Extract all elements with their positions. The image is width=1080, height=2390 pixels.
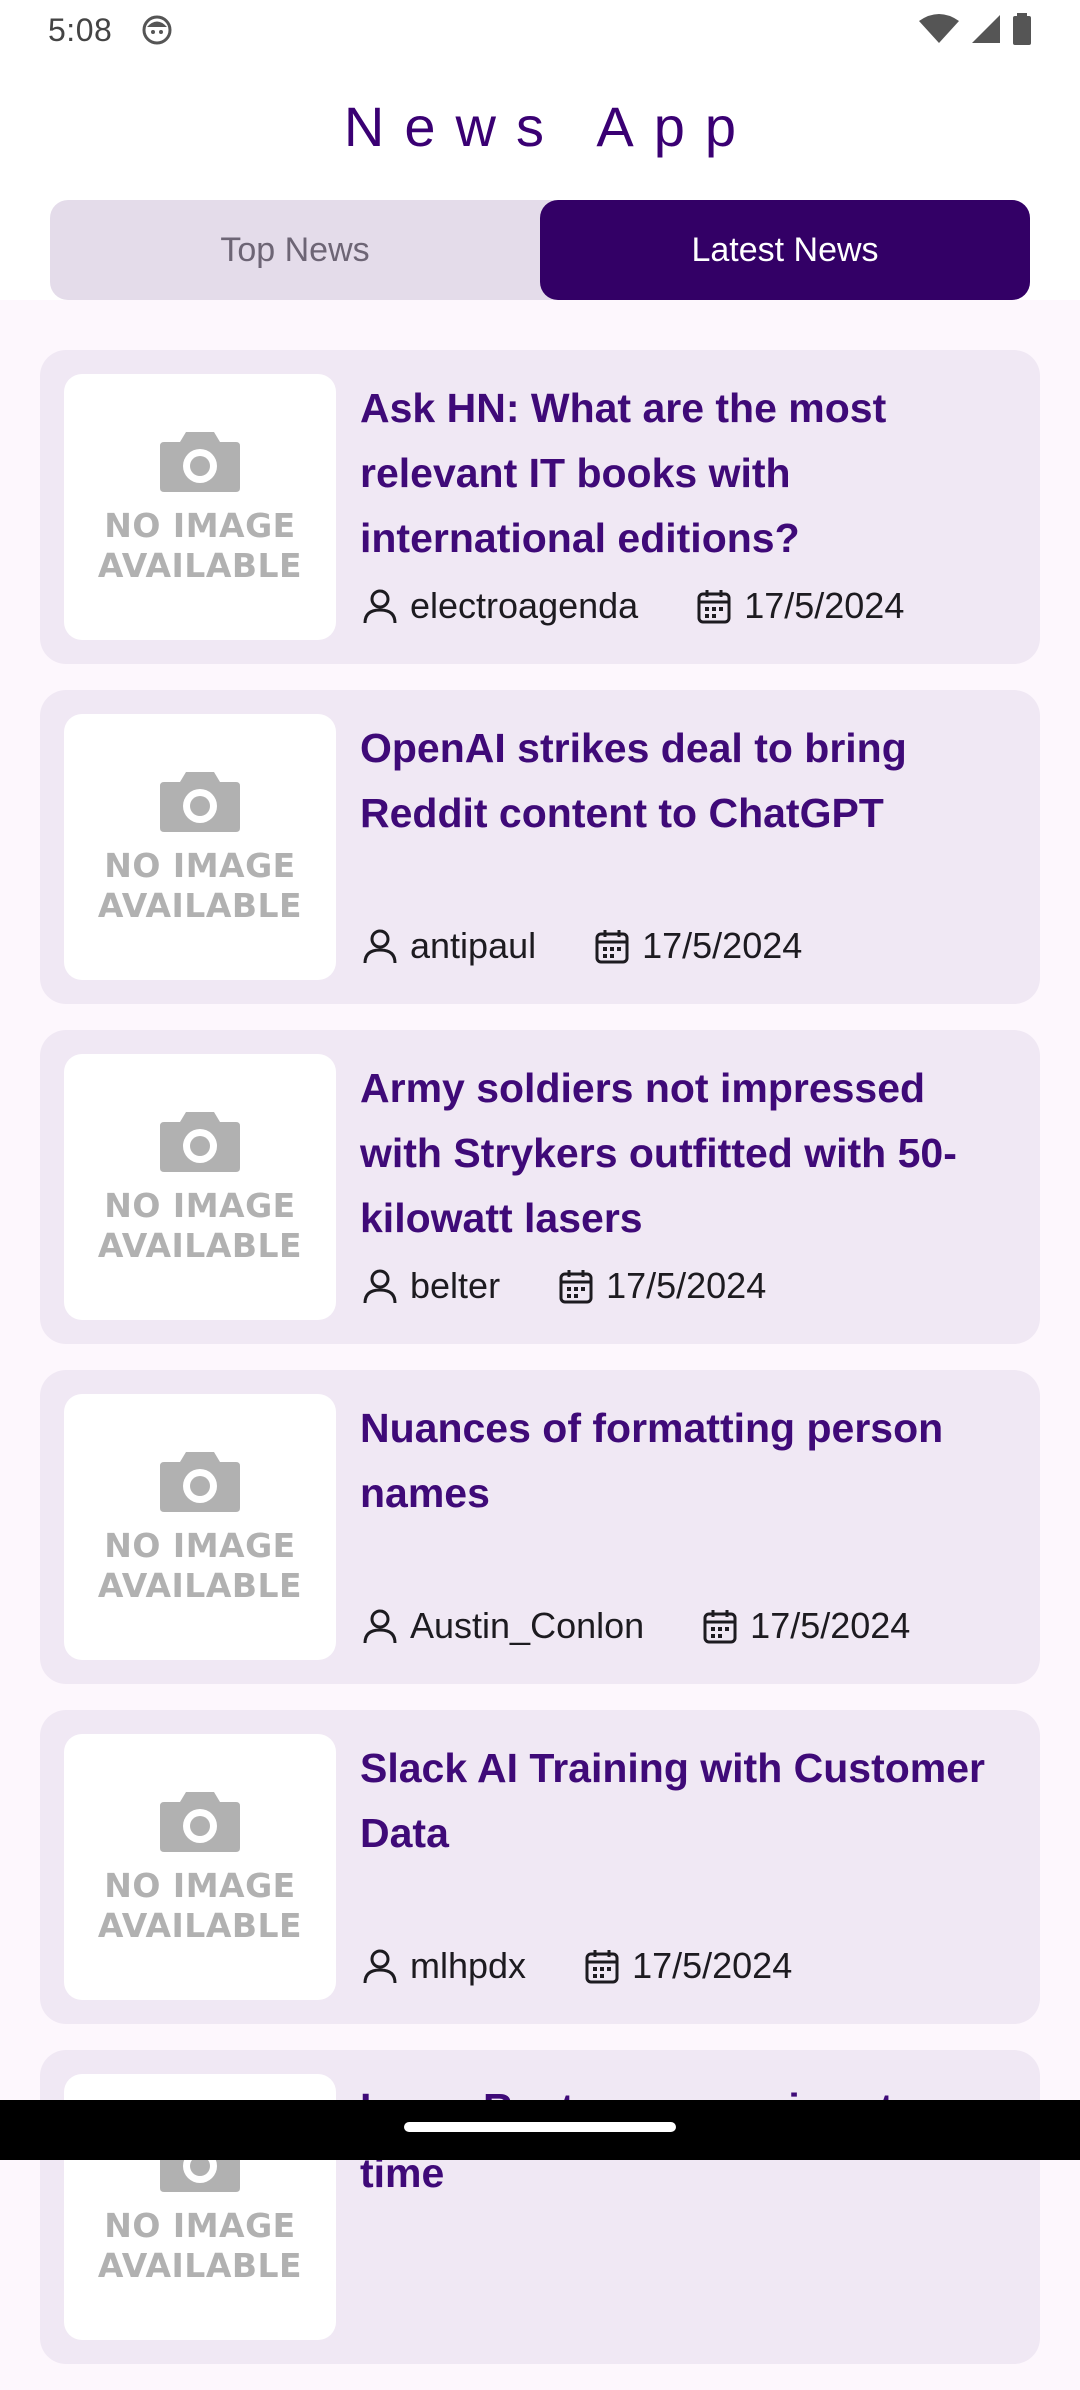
status-icons [918,12,1032,50]
article-card[interactable]: NO IMAGE AVAILABLE OpenAI strikes deal t… [40,690,1040,1004]
article-meta: belter 17/5/2024 [360,1258,766,1314]
article-meta: mlhpdx 17/5/2024 [360,1938,792,1994]
app-notification-icon [141,14,173,46]
article-author: belter [410,1265,501,1306]
news-tabs: Top News Latest News [50,200,1030,300]
camera-icon [160,432,240,492]
article-title[interactable]: Army soldiers not impressed with Stryker… [360,1056,1016,1251]
article-date: 17/5/2024 [642,925,803,966]
article-thumbnail: NO IMAGE AVAILABLE [64,374,336,640]
app-title: News App [343,95,757,158]
person-icon [360,926,400,966]
article-card[interactable]: NO IMAGE AVAILABLE Slack AI Training wit… [40,1710,1040,2024]
no-image-label: NO IMAGE AVAILABLE [97,506,303,585]
article-thumbnail: NO IMAGE AVAILABLE [64,1394,336,1660]
calendar-icon [700,1606,740,1646]
person-icon [360,1606,400,1646]
signal-icon [970,13,1002,50]
article-date: 17/5/2024 [606,1265,767,1306]
camera-icon [160,1112,240,1172]
article-card[interactable]: NO IMAGE AVAILABLE Nuances of formatting… [40,1370,1040,1684]
battery-icon [1012,12,1032,50]
camera-icon [160,772,240,832]
article-thumbnail: NO IMAGE AVAILABLE [64,714,336,980]
calendar-icon [582,1946,622,1986]
wifi-icon [918,13,960,50]
person-icon [360,1946,400,1986]
article-author: antipaul [410,925,537,966]
article-author: Austin_Conlon [410,1605,645,1646]
article-meta: antipaul 17/5/2024 [360,918,802,974]
article-date: 17/5/2024 [632,1945,793,1986]
calendar-icon [592,926,632,966]
no-image-label: NO IMAGE AVAILABLE [97,1526,303,1605]
article-meta: electroagenda 17/5/2024 [360,578,904,634]
home-gesture-handle[interactable] [404,2122,676,2132]
camera-icon [160,1792,240,1852]
no-image-label: NO IMAGE AVAILABLE [97,846,303,925]
article-date: 17/5/2024 [750,1605,911,1646]
article-thumbnail: NO IMAGE AVAILABLE [64,1734,336,2000]
status-bar: 5:08 [0,0,1080,62]
calendar-icon [694,586,734,626]
article-meta: Austin_Conlon 17/5/2024 [360,1598,910,1654]
article-thumbnail: NO IMAGE AVAILABLE [64,1054,336,1320]
no-image-label: NO IMAGE AVAILABLE [97,1866,303,1945]
article-title[interactable]: Nuances of formatting person names [360,1396,1016,1526]
article-date: 17/5/2024 [744,585,905,626]
person-icon [360,586,400,626]
calendar-icon [556,1266,596,1306]
camera-icon [160,1452,240,1512]
tab-latest-news[interactable]: Latest News [540,200,1030,300]
article-title[interactable]: Slack AI Training with Customer Data [360,1736,1016,1866]
no-image-label: NO IMAGE AVAILABLE [97,2206,303,2285]
article-title[interactable]: OpenAI strikes deal to bring Reddit cont… [360,716,1016,846]
tab-top-news[interactable]: Top News [50,200,540,300]
article-list: NO IMAGE AVAILABLE Ask HN: What are the … [40,350,1040,2390]
article-title[interactable]: Ask HN: What are the most relevant IT bo… [360,376,1016,571]
article-card[interactable]: NO IMAGE AVAILABLE Army soldiers not imp… [40,1030,1040,1344]
person-icon [360,1266,400,1306]
article-author: electroagenda [410,585,639,626]
no-image-label: NO IMAGE AVAILABLE [97,1186,303,1265]
status-time: 5:08 [48,12,113,48]
article-card[interactable]: NO IMAGE AVAILABLE Ask HN: What are the … [40,350,1040,664]
article-card[interactable]: NO IMAGE AVAILABLE Learn Rust, one exerc… [40,2050,1040,2364]
article-author: mlhpdx [410,1945,527,1986]
